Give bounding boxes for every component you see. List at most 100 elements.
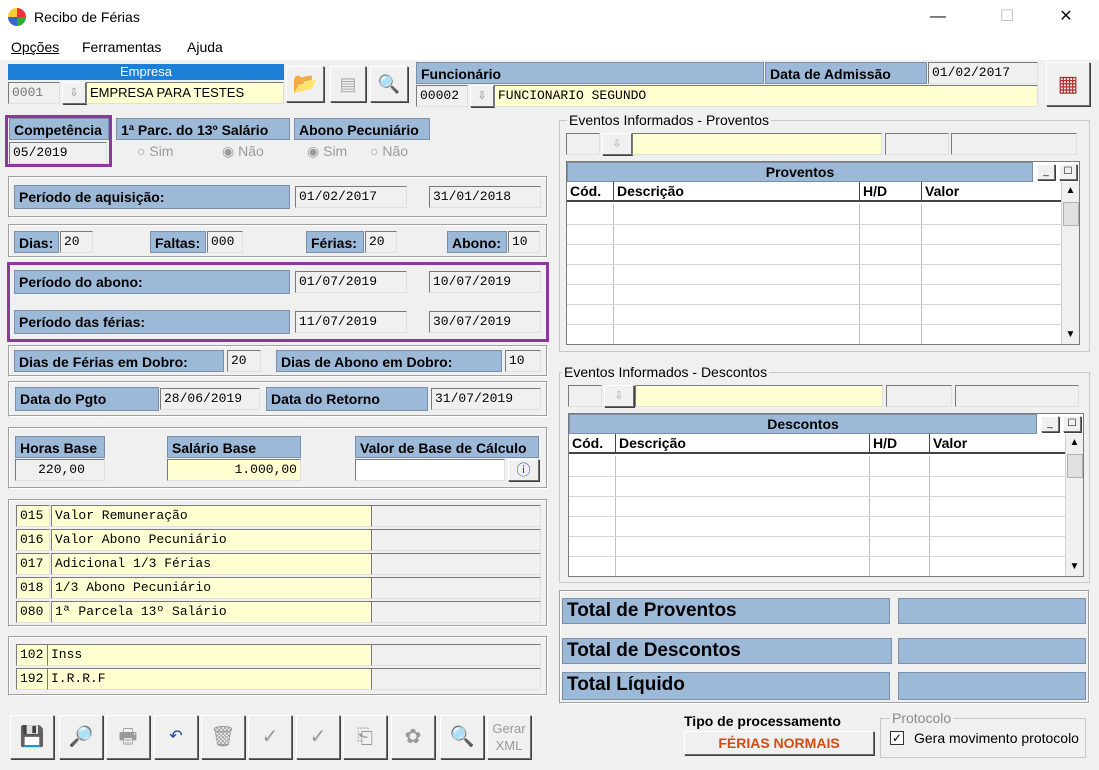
info-icon[interactable]: ⓘ — [508, 459, 539, 481]
eventos-proventos-desc[interactable] — [632, 133, 882, 155]
list-item-desc: Valor Remuneração — [51, 505, 385, 527]
col-valor[interactable]: Valor — [929, 434, 1065, 452]
ferias-field[interactable]: 20 — [365, 231, 397, 253]
delete-icon[interactable]: 🗑 — [201, 715, 245, 759]
protocolo-checkbox-label[interactable]: Gera movimento protocolo — [914, 730, 1079, 746]
confirm-icon[interactable]: ✓ — [248, 715, 292, 759]
valor-base-field[interactable] — [355, 459, 505, 481]
search-document-icon[interactable]: 🔍 — [370, 66, 408, 102]
search-icon[interactable]: 🔎 — [59, 715, 103, 759]
gerar-xml-button[interactable]: Gerar XML — [487, 715, 531, 759]
export-icon[interactable]: ⎗ — [343, 715, 387, 759]
eventos-descontos-hd[interactable] — [886, 385, 952, 407]
menu-ferramentas[interactable]: Ferramentas — [82, 39, 161, 55]
col-cod[interactable]: Cód. — [567, 182, 613, 200]
open-folder-icon[interactable]: 📂 — [286, 66, 324, 102]
grid-minimize-button[interactable]: _ — [1037, 164, 1055, 180]
col-descricao[interactable]: Descrição — [615, 434, 869, 452]
empresa-header: Empresa — [8, 64, 284, 80]
data-pgto-field[interactable]: 28/06/2019 — [160, 388, 260, 410]
minimize-button[interactable]: — — [915, 0, 961, 34]
funcionario-lookup-icon[interactable]: ⇩ — [470, 85, 494, 107]
menu-ajuda[interactable]: Ajuda — [187, 39, 223, 55]
empresa-lookup-icon[interactable]: ⇩ — [62, 82, 86, 104]
eventos-proventos-hd[interactable] — [885, 133, 949, 155]
col-cod[interactable]: Cód. — [569, 434, 615, 452]
horas-base-field[interactable]: 220,00 — [15, 459, 105, 481]
confirm-all-icon[interactable]: ✓ — [296, 715, 340, 759]
eventos-descontos-lookup-icon[interactable]: ⇩ — [604, 385, 634, 407]
funcionario-code[interactable]: 00002 — [416, 85, 468, 107]
list-item-value — [371, 553, 541, 575]
proventos-scrollbar[interactable]: ▲ ▼ — [1061, 182, 1079, 344]
list-item-value — [371, 601, 541, 623]
empresa-code[interactable]: 0001 — [8, 82, 60, 104]
scroll-up-icon[interactable]: ▲ — [1062, 182, 1079, 200]
search-user-icon[interactable]: 🔍 — [440, 715, 484, 759]
scroll-thumb[interactable] — [1067, 454, 1083, 478]
eventos-proventos-lookup-icon[interactable]: ⇩ — [602, 133, 632, 155]
competencia-field[interactable]: 05/2019 — [9, 142, 107, 164]
salario-base-field[interactable]: 1.000,00 — [167, 459, 301, 481]
descontos-scrollbar[interactable]: ▲ ▼ — [1065, 434, 1083, 576]
abono-field[interactable]: 10 — [508, 231, 540, 253]
total-proventos-label: Total de Proventos — [562, 598, 890, 624]
proventos-grid[interactable]: Proventos _ ☐ Cód. Descrição H/D Valor ▲… — [566, 161, 1080, 345]
eventos-descontos-valor[interactable] — [955, 385, 1079, 407]
abono-nao-radio[interactable]: ○ Não — [370, 143, 408, 159]
list-item-code: 080 — [16, 601, 50, 623]
grid-maximize-button[interactable]: ☐ — [1063, 416, 1081, 432]
report-icon[interactable]: ▤ — [330, 66, 366, 102]
aquisicao-start[interactable]: 01/02/2017 — [295, 186, 407, 208]
dias-ferias-dobro-field[interactable]: 20 — [227, 350, 261, 372]
aquisicao-label: Período de aquisição: — [14, 185, 290, 209]
close-button[interactable]: ✕ — [1043, 0, 1089, 34]
grid-minimize-button[interactable]: _ — [1041, 416, 1059, 432]
eventos-descontos-code[interactable] — [568, 385, 602, 407]
tipo-processamento-value[interactable]: FÉRIAS NORMAIS — [684, 731, 874, 755]
menu-opcoes[interactable]: Opções — [11, 39, 59, 55]
abono-sim-radio[interactable]: ◉ Sim — [307, 143, 347, 160]
calendar-employee-icon[interactable]: ▦ — [1046, 62, 1090, 106]
periodo-abono-label: Período do abono: — [14, 270, 290, 294]
scroll-down-icon[interactable]: ▼ — [1066, 558, 1083, 576]
scroll-down-icon[interactable]: ▼ — [1062, 326, 1079, 344]
menu-bar — [0, 34, 1099, 60]
col-hd[interactable]: H/D — [869, 434, 929, 452]
scroll-up-icon[interactable]: ▲ — [1066, 434, 1083, 452]
save-icon[interactable]: 💾 — [10, 715, 54, 759]
periodo-abono-start[interactable]: 01/07/2019 — [295, 271, 407, 293]
undo-icon[interactable]: ↶ — [154, 715, 198, 759]
eventos-proventos-code[interactable] — [566, 133, 600, 155]
print-icon[interactable]: 🖶 — [106, 715, 150, 759]
col-valor[interactable]: Valor — [921, 182, 1061, 200]
protocolo-checkbox[interactable]: ✓ — [890, 731, 904, 745]
list-item: 015 Valor Remuneração — [16, 505, 541, 529]
dias-field[interactable]: 20 — [60, 231, 93, 253]
data-retorno-field[interactable]: 31/07/2019 — [431, 388, 541, 410]
descontos-grid[interactable]: Descontos _ ☐ Cód. Descrição H/D Valor ▲… — [568, 413, 1084, 577]
eventos-descontos-desc[interactable] — [635, 385, 883, 407]
total-descontos-value — [898, 638, 1086, 664]
list-item-code: 018 — [16, 577, 50, 599]
periodo-abono-end[interactable]: 10/07/2019 — [429, 271, 541, 293]
grid-maximize-button[interactable]: ☐ — [1059, 164, 1077, 180]
dias-abono-dobro-field[interactable]: 10 — [505, 350, 541, 372]
calculate-icon[interactable]: ✿ — [391, 715, 435, 759]
parc13-nao-radio[interactable]: ◉ Não — [222, 143, 264, 160]
periodo-ferias-start[interactable]: 11/07/2019 — [295, 311, 407, 333]
eventos-proventos-valor[interactable] — [951, 133, 1077, 155]
parc13-sim-radio[interactable]: ○ Sim — [137, 143, 173, 159]
scroll-thumb[interactable] — [1063, 202, 1079, 226]
faltas-field[interactable]: 000 — [207, 231, 243, 253]
aquisicao-end[interactable]: 31/01/2018 — [429, 186, 541, 208]
col-descricao[interactable]: Descrição — [613, 182, 859, 200]
maximize-button[interactable]: ☐ — [984, 0, 1030, 34]
funcionario-name[interactable]: FUNCIONARIO SEGUNDO — [494, 85, 1038, 107]
col-hd[interactable]: H/D — [859, 182, 921, 200]
empresa-name[interactable]: EMPRESA PARA TESTES — [86, 82, 284, 104]
horas-base-label: Horas Base — [15, 436, 105, 458]
list-item: 192 I.R.R.F — [16, 668, 541, 692]
list-item-desc: 1/3 Abono Pecuniário — [51, 577, 385, 599]
periodo-ferias-end[interactable]: 30/07/2019 — [429, 311, 541, 333]
